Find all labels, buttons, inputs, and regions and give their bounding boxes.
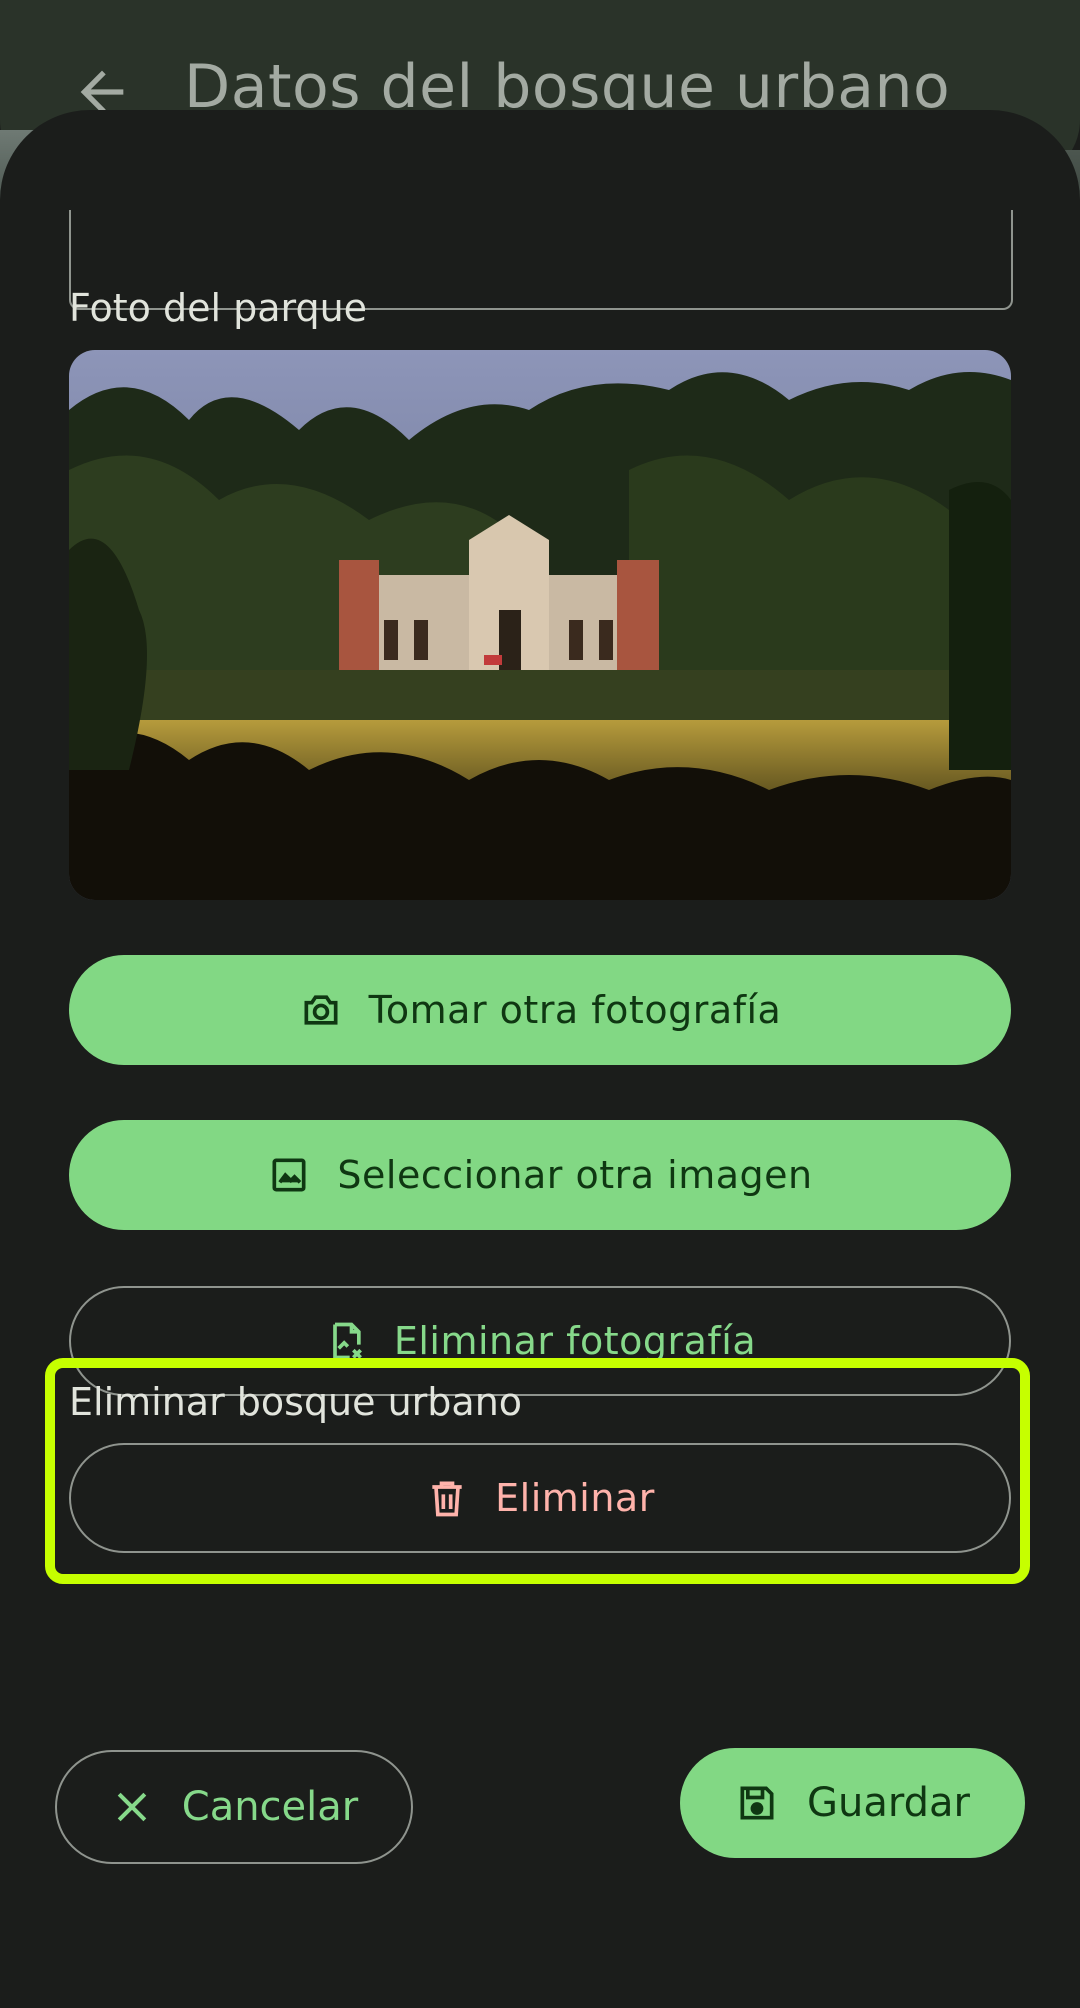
take-photo-button[interactable]: Tomar otra fotografía [69, 955, 1011, 1065]
photo-section-label: Foto del parque [69, 286, 368, 330]
delete-section-label: Eliminar bosque urbano [69, 1380, 523, 1424]
trash-icon [425, 1476, 469, 1520]
select-image-label: Seleccionar otra imagen [337, 1153, 813, 1197]
bottom-sheet: Foto del parque Tomar otra fotografía Se… [0, 110, 1080, 2008]
save-button[interactable]: Guardar [680, 1748, 1025, 1858]
delete-forest-button[interactable]: Eliminar [69, 1443, 1011, 1553]
camera-icon [299, 988, 343, 1032]
image-remove-icon [324, 1319, 368, 1363]
take-photo-label: Tomar otra fotografía [368, 988, 782, 1032]
cancel-button[interactable]: Cancelar [55, 1750, 413, 1864]
delete-forest-label: Eliminar [495, 1476, 655, 1520]
park-photo [69, 350, 1011, 900]
image-icon [267, 1153, 311, 1197]
cancel-label: Cancelar [181, 1784, 359, 1830]
save-label: Guardar [807, 1780, 970, 1826]
close-icon [110, 1785, 154, 1829]
delete-photo-label: Eliminar fotografía [393, 1319, 757, 1363]
select-image-button[interactable]: Seleccionar otra imagen [69, 1120, 1011, 1230]
save-icon [735, 1781, 779, 1825]
